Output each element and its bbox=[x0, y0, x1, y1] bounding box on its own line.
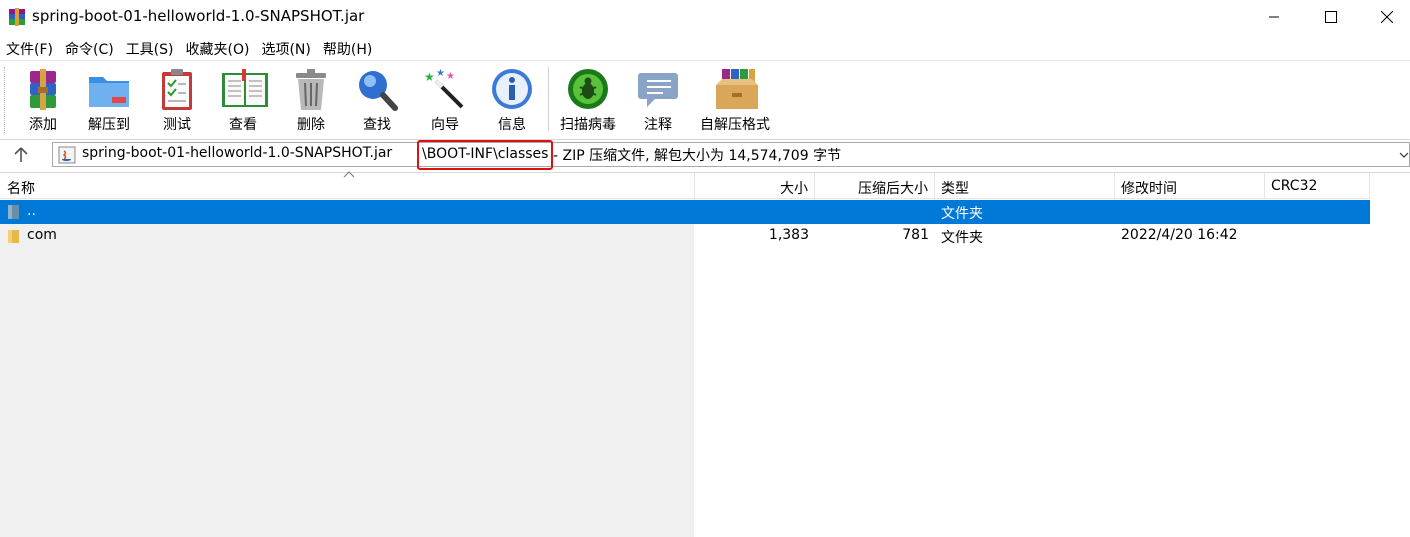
comment-icon bbox=[638, 73, 678, 107]
toolbar: 添加 解压到 测试 查看 删除 查找 ★ ★ ★ 向导 信息 扫描病毒 注释 自… bbox=[0, 60, 1410, 138]
test-clipboard-icon bbox=[162, 69, 192, 110]
address-row: spring-boot-01-helloworld-1.0-SNAPSHOT.j… bbox=[0, 139, 1410, 170]
virus-scan-label: 扫描病毒 bbox=[560, 117, 616, 133]
info-button[interactable]: 信息 bbox=[481, 65, 543, 133]
file-size: 1,383 bbox=[768, 227, 809, 243]
file-type: 文件夹 bbox=[941, 206, 983, 222]
virus-scan-button[interactable]: 扫描病毒 bbox=[557, 65, 619, 133]
address-description: - ZIP 压缩文件, 解包大小为 14,574,709 字节 bbox=[553, 148, 842, 164]
toolbar-grip bbox=[4, 67, 7, 133]
folder-icon bbox=[7, 228, 21, 248]
close-button[interactable] bbox=[1360, 0, 1410, 34]
column-header-type[interactable]: 类型 bbox=[935, 173, 1115, 199]
svg-text:★: ★ bbox=[446, 71, 455, 82]
arrow-up-icon bbox=[14, 147, 28, 162]
test-label: 测试 bbox=[163, 117, 191, 133]
menu-favorites[interactable]: 收藏夹(O) bbox=[180, 36, 256, 60]
add-archive-icon bbox=[30, 69, 56, 110]
test-button[interactable]: 测试 bbox=[146, 65, 208, 133]
delete-label: 删除 bbox=[297, 117, 325, 133]
up-folder-button[interactable] bbox=[8, 143, 34, 167]
parent-folder-icon bbox=[7, 204, 21, 224]
virus-scan-icon bbox=[568, 69, 608, 109]
address-path-highlighted: \BOOT-INF\classes bbox=[417, 140, 554, 170]
toolbar-separator bbox=[548, 67, 549, 131]
view-button[interactable]: 查看 bbox=[212, 65, 274, 133]
column-header-crc[interactable]: CRC32 bbox=[1265, 173, 1370, 199]
delete-button[interactable]: 删除 bbox=[280, 65, 342, 133]
info-icon bbox=[492, 69, 532, 109]
address-bar[interactable]: spring-boot-01-helloworld-1.0-SNAPSHOT.j… bbox=[52, 140, 1410, 170]
add-label: 添加 bbox=[29, 117, 57, 133]
file-packed-size: 781 bbox=[902, 227, 929, 243]
title-bar: spring-boot-01-helloworld-1.0-SNAPSHOT.j… bbox=[0, 0, 1410, 34]
extract-folder-icon bbox=[89, 77, 129, 107]
menu-file[interactable]: 文件(F) bbox=[0, 36, 59, 60]
close-icon bbox=[1381, 11, 1393, 23]
minimize-icon bbox=[1269, 16, 1279, 18]
wizard-button[interactable]: ★ ★ ★ 向导 bbox=[414, 65, 476, 133]
column-name-label: 名称 bbox=[7, 181, 35, 197]
extract-label: 解压到 bbox=[88, 117, 130, 133]
address-dropdown-icon[interactable] bbox=[1399, 148, 1409, 162]
svg-text:★: ★ bbox=[424, 70, 435, 84]
file-row-parent[interactable]: .. 文件夹 bbox=[0, 200, 1370, 224]
minimize-button[interactable] bbox=[1247, 0, 1301, 34]
file-list-header: 名称 大小 压缩后大小 类型 修改时间 CRC32 bbox=[0, 171, 1370, 199]
menu-help[interactable]: 帮助(H) bbox=[317, 36, 378, 60]
maximize-button[interactable] bbox=[1304, 0, 1358, 34]
sfx-box-icon bbox=[716, 69, 758, 109]
magnifier-icon bbox=[359, 71, 398, 111]
column-header-name[interactable]: 名称 bbox=[0, 171, 695, 199]
winrar-app-icon bbox=[8, 8, 26, 26]
comment-button[interactable]: 注释 bbox=[627, 65, 689, 133]
find-label: 查找 bbox=[363, 117, 391, 133]
menu-commands[interactable]: 命令(C) bbox=[59, 36, 120, 60]
comment-label: 注释 bbox=[644, 117, 672, 133]
jar-file-icon bbox=[58, 146, 76, 168]
file-row-com[interactable]: com 1,383 781 文件夹 2022/4/20 16:42 bbox=[0, 224, 1370, 248]
menu-bar: 文件(F) 命令(C) 工具(S) 收藏夹(O) 选项(N) 帮助(H) bbox=[0, 36, 1410, 60]
file-list: 名称 大小 压缩后大小 类型 修改时间 CRC32 .. 文件夹 com 1,3… bbox=[0, 171, 1410, 537]
view-book-icon bbox=[222, 69, 268, 107]
info-label: 信息 bbox=[498, 117, 526, 133]
file-type: 文件夹 bbox=[941, 230, 983, 246]
find-button[interactable]: 查找 bbox=[346, 65, 408, 133]
svg-text:★: ★ bbox=[436, 68, 445, 79]
add-button[interactable]: 添加 bbox=[12, 65, 74, 133]
magic-wand-icon: ★ ★ ★ bbox=[424, 68, 464, 109]
file-name: com bbox=[27, 227, 57, 243]
column-header-size[interactable]: 大小 bbox=[695, 173, 815, 199]
window-title: spring-boot-01-helloworld-1.0-SNAPSHOT.j… bbox=[32, 7, 365, 25]
column-header-packed[interactable]: 压缩后大小 bbox=[815, 173, 935, 199]
sort-ascending-icon bbox=[343, 171, 355, 178]
sfx-button[interactable]: 自解压格式 bbox=[700, 65, 770, 133]
maximize-icon bbox=[1325, 11, 1337, 23]
menu-options[interactable]: 选项(N) bbox=[255, 36, 316, 60]
file-list-background bbox=[0, 200, 694, 537]
sfx-label: 自解压格式 bbox=[700, 117, 770, 133]
menu-tools[interactable]: 工具(S) bbox=[120, 36, 180, 60]
view-label: 查看 bbox=[229, 117, 257, 133]
wizard-label: 向导 bbox=[431, 117, 459, 133]
trash-icon bbox=[296, 69, 326, 110]
extract-to-button[interactable]: 解压到 bbox=[78, 65, 140, 133]
file-modified: 2022/4/20 16:42 bbox=[1121, 227, 1238, 243]
file-name: .. bbox=[27, 203, 36, 219]
column-header-modified[interactable]: 修改时间 bbox=[1115, 173, 1265, 199]
address-archive-name: spring-boot-01-helloworld-1.0-SNAPSHOT.j… bbox=[82, 145, 393, 161]
